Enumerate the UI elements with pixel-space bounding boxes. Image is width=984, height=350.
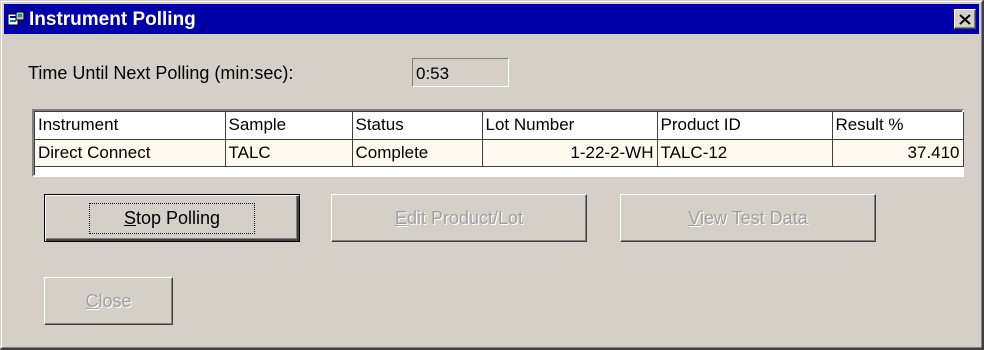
- app-icon: [7, 11, 25, 26]
- cell-sample[interactable]: TALC: [225, 139, 353, 167]
- column-header-lot-number[interactable]: Lot Number: [482, 112, 658, 140]
- next-polling-timer: 0:53: [412, 58, 509, 87]
- cell-result-percent[interactable]: 37.410: [832, 139, 964, 167]
- title-bar[interactable]: Instrument Polling: [4, 4, 979, 34]
- stop-polling-button[interactable]: Stop Polling: [44, 194, 300, 242]
- close-window-button[interactable]: [954, 9, 976, 29]
- close-label: Close: [85, 290, 132, 311]
- instrument-grid[interactable]: Instrument Sample Status Lot Number Prod…: [32, 109, 964, 177]
- view-test-data-button[interactable]: View Test Data: [620, 194, 876, 242]
- table-row[interactable]: Direct Connect TALC Complete 1-22-2-WH T…: [35, 139, 964, 167]
- column-header-product-id[interactable]: Product ID: [657, 112, 833, 140]
- column-header-instrument[interactable]: Instrument: [35, 112, 226, 140]
- instrument-polling-dialog: Instrument Polling Time Until Next Polli…: [0, 0, 984, 350]
- column-header-sample[interactable]: Sample: [225, 112, 353, 140]
- window-title: Instrument Polling: [29, 9, 196, 30]
- cell-status[interactable]: Complete: [352, 139, 483, 167]
- cell-lot-number[interactable]: 1-22-2-WH: [482, 139, 658, 167]
- view-test-data-label: View Test Data: [688, 207, 808, 228]
- edit-product-lot-label: Edit Product/Lot: [394, 207, 524, 228]
- instrument-table: Instrument Sample Status Lot Number Prod…: [35, 112, 964, 167]
- stop-polling-label: Stop Polling: [123, 207, 221, 228]
- edit-product-lot-button[interactable]: Edit Product/Lot: [331, 194, 587, 242]
- next-polling-label: Time Until Next Polling (min:sec):: [28, 63, 294, 83]
- table-header-row: Instrument Sample Status Lot Number Prod…: [35, 112, 964, 140]
- cell-instrument[interactable]: Direct Connect: [35, 139, 226, 167]
- column-header-result-percent[interactable]: Result %: [832, 112, 964, 140]
- close-button[interactable]: Close: [44, 277, 173, 325]
- column-header-status[interactable]: Status: [352, 112, 483, 140]
- cell-product-id[interactable]: TALC-12: [657, 139, 833, 167]
- close-icon: [959, 13, 971, 25]
